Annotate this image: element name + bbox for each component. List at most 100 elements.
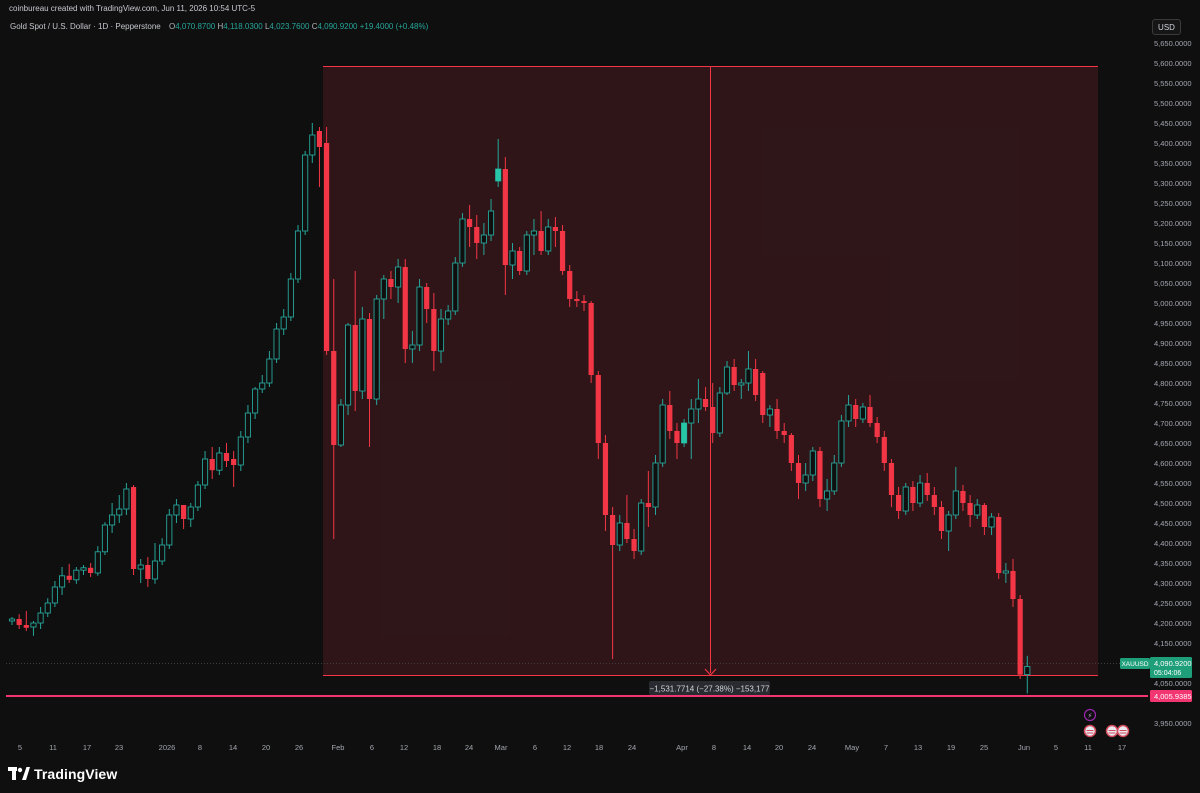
candle-body xyxy=(130,487,137,569)
time-axis-label: 8 xyxy=(712,743,716,752)
candle-body xyxy=(194,484,201,508)
price-scale[interactable]: 5,650.0000 5,600.0000 5,550.0000 5,500.0000… xyxy=(1154,39,1192,728)
candle-body xyxy=(888,463,895,495)
price-scale-label: 5,200.0000 xyxy=(1154,219,1192,228)
candle-body xyxy=(502,169,508,265)
candle-body xyxy=(781,431,787,435)
candle-body xyxy=(595,375,601,443)
candle-body xyxy=(559,231,566,271)
candle-body xyxy=(231,459,237,465)
candle-body xyxy=(488,210,495,236)
price-scale-label: 4,600.0000 xyxy=(1154,459,1192,468)
candle-body xyxy=(924,483,930,495)
candlestick-chart[interactable]: −1,531.7714 (−27.38%) −153,177 5,650.000… xyxy=(0,0,1200,793)
candle-body xyxy=(745,368,752,384)
candle-body xyxy=(452,262,459,312)
us-flag-stripe xyxy=(1086,732,1094,734)
price-scale-label: 4,400.0000 xyxy=(1154,539,1192,548)
price-scale-label: 4,300.0000 xyxy=(1154,579,1192,588)
us-flag-stripe xyxy=(1119,732,1127,734)
ticker-badge-symbol: XAUUSD xyxy=(1121,661,1148,668)
candle-body xyxy=(16,619,22,625)
price-scale-label: 4,550.0000 xyxy=(1154,479,1192,488)
candle-body xyxy=(1002,570,1009,574)
candle-body xyxy=(137,564,144,570)
candle-body xyxy=(881,437,887,463)
candle-body xyxy=(294,230,302,280)
candle-body xyxy=(324,143,330,351)
candle-body xyxy=(695,398,702,410)
candle-body xyxy=(388,279,394,287)
time-axis[interactable]: 5 11 17 23 2026 8 14 20 26 Feb 6 12 18 24 Mar 6 12 18 24 Ap… xyxy=(18,743,1126,752)
price-scale-label: 3,950.0000 xyxy=(1154,719,1192,728)
price-scale-label: 5,650.0000 xyxy=(1154,39,1192,48)
candle-body xyxy=(710,407,716,433)
candle-body xyxy=(345,324,352,406)
candle-body xyxy=(159,544,166,562)
candle-body xyxy=(581,301,587,303)
candle-body xyxy=(145,565,151,579)
candle-body xyxy=(266,358,273,384)
tradingview-logo-text: TradingView xyxy=(34,766,118,782)
candle-body xyxy=(273,328,280,360)
time-axis-label: 12 xyxy=(400,743,408,752)
candle-body xyxy=(896,495,902,511)
time-axis-label: 25 xyxy=(980,743,988,752)
candle-body xyxy=(109,514,116,526)
candle-body xyxy=(94,551,101,574)
candle-body xyxy=(123,488,130,510)
time-axis-label: May xyxy=(845,743,859,752)
candle-body xyxy=(166,514,173,546)
symbol-name[interactable]: Gold Spot / U.S. Dollar · 1D · Peppersto… xyxy=(10,22,161,31)
candle-body xyxy=(380,278,387,300)
time-axis-label: 17 xyxy=(83,743,91,752)
time-axis-label: 11 xyxy=(1084,743,1092,752)
candle-body xyxy=(216,452,223,471)
candle-body xyxy=(237,436,244,466)
candle-body xyxy=(1010,571,1016,599)
time-axis-label: Feb xyxy=(332,743,345,752)
candle-body xyxy=(602,443,609,515)
candle-body xyxy=(795,463,802,483)
price-scale-label: 4,800.0000 xyxy=(1154,379,1192,388)
low-value: 4,023.7600 xyxy=(269,22,310,31)
candle-body xyxy=(66,575,72,580)
time-axis-label: 11 xyxy=(49,743,57,752)
price-scale-label: 5,600.0000 xyxy=(1154,59,1192,68)
candle-body xyxy=(802,474,809,484)
price-scale-label: 4,200.0000 xyxy=(1154,619,1192,628)
price-range-measure[interactable]: −1,531.7714 (−27.38%) −153,177 xyxy=(323,66,1098,695)
candle-body xyxy=(530,230,537,236)
change-value: +19.4000 (+0.48%) xyxy=(359,22,429,31)
price-scale-label: 4,900.0000 xyxy=(1154,339,1192,348)
symbol-legend[interactable]: Gold Spot / U.S. Dollar · 1D · Peppersto… xyxy=(10,22,428,31)
price-scale-label: 5,350.0000 xyxy=(1154,159,1192,168)
time-axis-label: 7 xyxy=(884,743,888,752)
candle-body xyxy=(44,602,51,614)
candle-body xyxy=(817,451,823,499)
candle-body xyxy=(201,458,209,486)
time-axis-label: 12 xyxy=(563,743,571,752)
candle-body xyxy=(902,486,909,512)
time-axis-label: 13 xyxy=(914,743,922,752)
candle-body xyxy=(1017,599,1023,675)
candle-body xyxy=(445,310,452,320)
candle-body xyxy=(996,517,1002,573)
time-axis-label: 19 xyxy=(947,743,955,752)
candle-body xyxy=(567,271,573,299)
time-axis-label: 8 xyxy=(198,743,202,752)
candle-body xyxy=(459,218,466,264)
tradingview-logo[interactable]: TradingView xyxy=(8,766,117,782)
time-axis-label: 2026 xyxy=(159,743,176,752)
candle-body xyxy=(424,287,430,309)
candle-body xyxy=(610,515,616,545)
time-axis-label: 24 xyxy=(808,743,816,752)
event-markers[interactable]: ⚡ xyxy=(1083,708,1130,738)
candle-body xyxy=(831,462,838,492)
candle-body xyxy=(867,407,873,423)
price-scale-label: 5,250.0000 xyxy=(1154,199,1192,208)
candle-body xyxy=(731,367,737,385)
currency-selector[interactable]: USD xyxy=(1152,19,1181,35)
candle-body xyxy=(437,318,445,352)
candle-body xyxy=(402,267,408,349)
